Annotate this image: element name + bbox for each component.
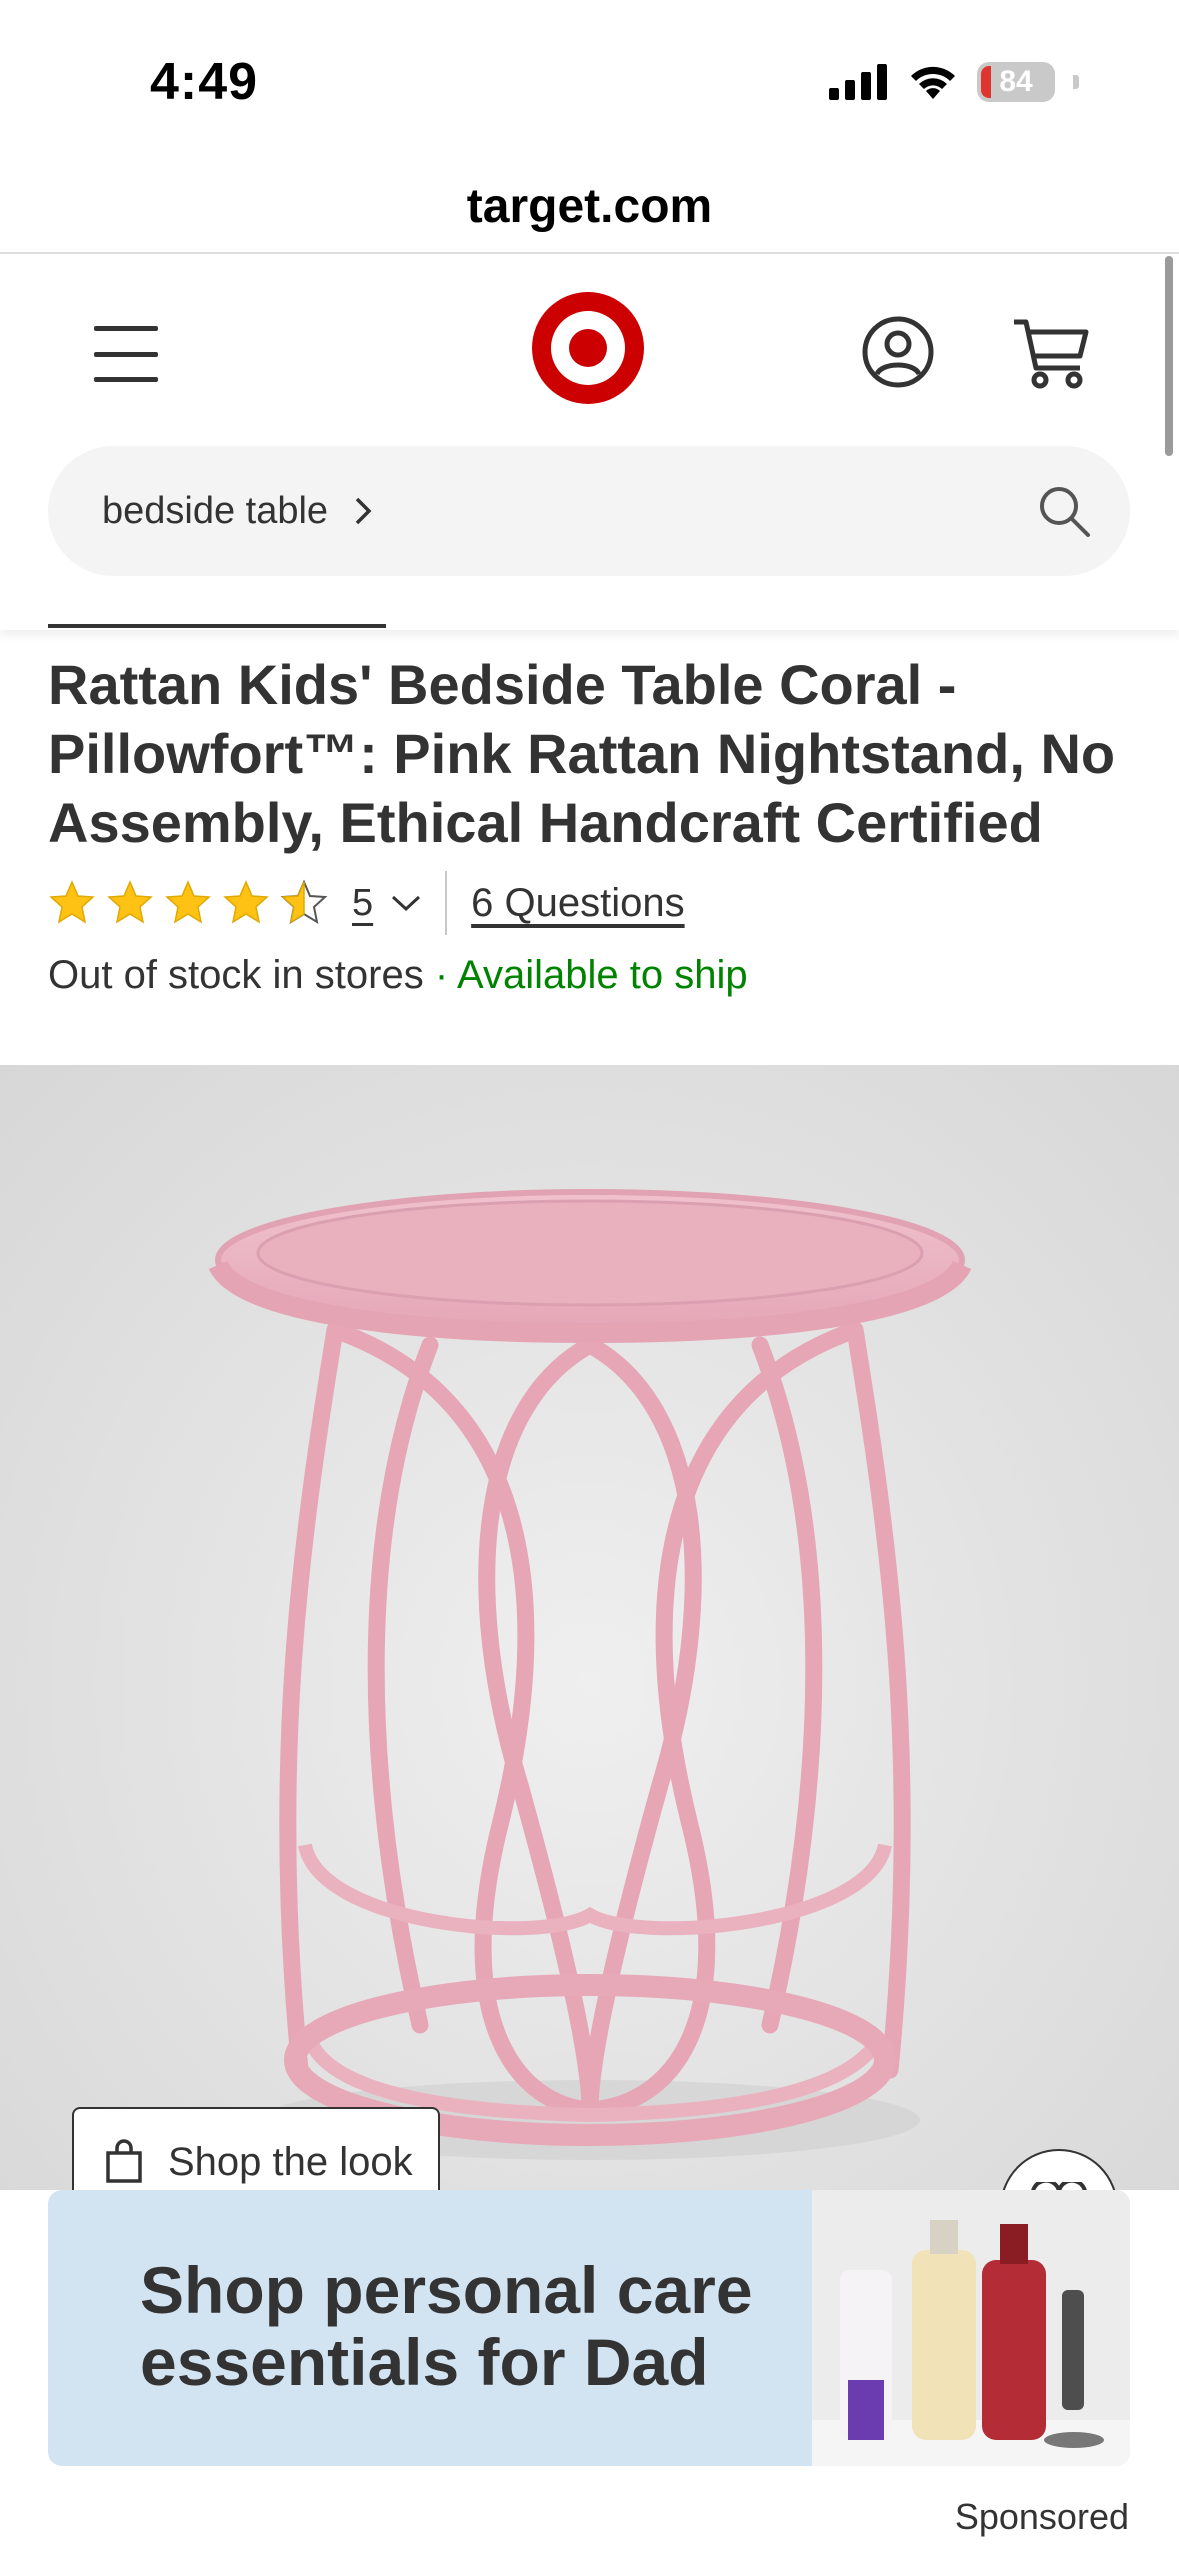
star-full-icon <box>165 880 211 924</box>
account-icon[interactable] <box>860 314 936 390</box>
heart-icon <box>1031 2182 1087 2190</box>
breadcrumb-underline <box>48 624 386 628</box>
shop-the-look-label: Shop the look <box>168 2139 413 2184</box>
menu-icon-bar <box>94 351 158 357</box>
ad-product-image <box>812 2190 1130 2466</box>
browser-url-bar[interactable]: target.com <box>0 160 1179 254</box>
chevron-right-icon <box>355 497 372 525</box>
star-full-icon <box>107 880 153 924</box>
store-stock-text: Out of stock in stores <box>48 953 424 997</box>
rattan-table-illustration <box>208 1189 972 2160</box>
rating-count-link[interactable]: 5 <box>352 882 373 925</box>
battery-level-text: 84 <box>999 65 1033 98</box>
signal-icon <box>829 64 887 100</box>
search-query-text: bedside table <box>102 489 329 532</box>
battery-icon: 84 <box>977 62 1055 102</box>
star-rating[interactable] <box>48 879 328 927</box>
search-bar[interactable]: bedside table <box>48 446 1130 576</box>
url-text: target.com <box>466 179 713 233</box>
status-icons: 84 <box>829 62 1079 102</box>
rating-row: 5 6 Questions <box>48 868 685 938</box>
status-time: 4:49 <box>150 53 259 111</box>
questions-link[interactable]: 6 Questions <box>471 881 684 926</box>
status-bar: 4:49 84 <box>0 0 1179 160</box>
menu-icon-bar <box>94 326 158 331</box>
search-icon[interactable] <box>1034 481 1094 541</box>
battery-tip <box>1073 75 1079 89</box>
star-half-icon <box>280 879 328 925</box>
shop-the-look-button[interactable]: Shop the look <box>72 2107 440 2190</box>
site-header: bedside table <box>0 256 1179 630</box>
ship-availability-text: Available to ship <box>457 953 748 997</box>
search-query-chip[interactable]: bedside table <box>102 490 378 533</box>
menu-icon-bar <box>94 377 158 382</box>
star-full-icon <box>49 880 95 924</box>
product-image[interactable]: Shop the look <box>0 1065 1179 2190</box>
sponsored-label: Sponsored <box>954 2496 1129 2537</box>
menu-button[interactable] <box>84 316 168 392</box>
separator: · <box>423 953 458 997</box>
product-title: Rattan Kids' Bedside Table Coral - Pillo… <box>48 653 1116 854</box>
ad-headline: Shop personal care essentials for Dad <box>140 2253 753 2399</box>
page-scrollbar[interactable] <box>1165 256 1173 456</box>
availability-status: Out of stock in stores · Available to sh… <box>48 953 748 998</box>
sponsored-ad-banner[interactable]: Shop personal care essentials for Dad <box>48 2190 1130 2466</box>
wifi-icon <box>911 66 955 99</box>
personal-care-products-image <box>812 2190 1130 2466</box>
cart-icon[interactable] <box>1010 312 1092 392</box>
divider <box>445 871 448 935</box>
chevron-down-icon[interactable] <box>389 891 423 915</box>
star-full-icon <box>223 880 269 924</box>
shopping-bag-icon <box>106 2139 142 2183</box>
target-logo-icon[interactable] <box>532 292 644 404</box>
